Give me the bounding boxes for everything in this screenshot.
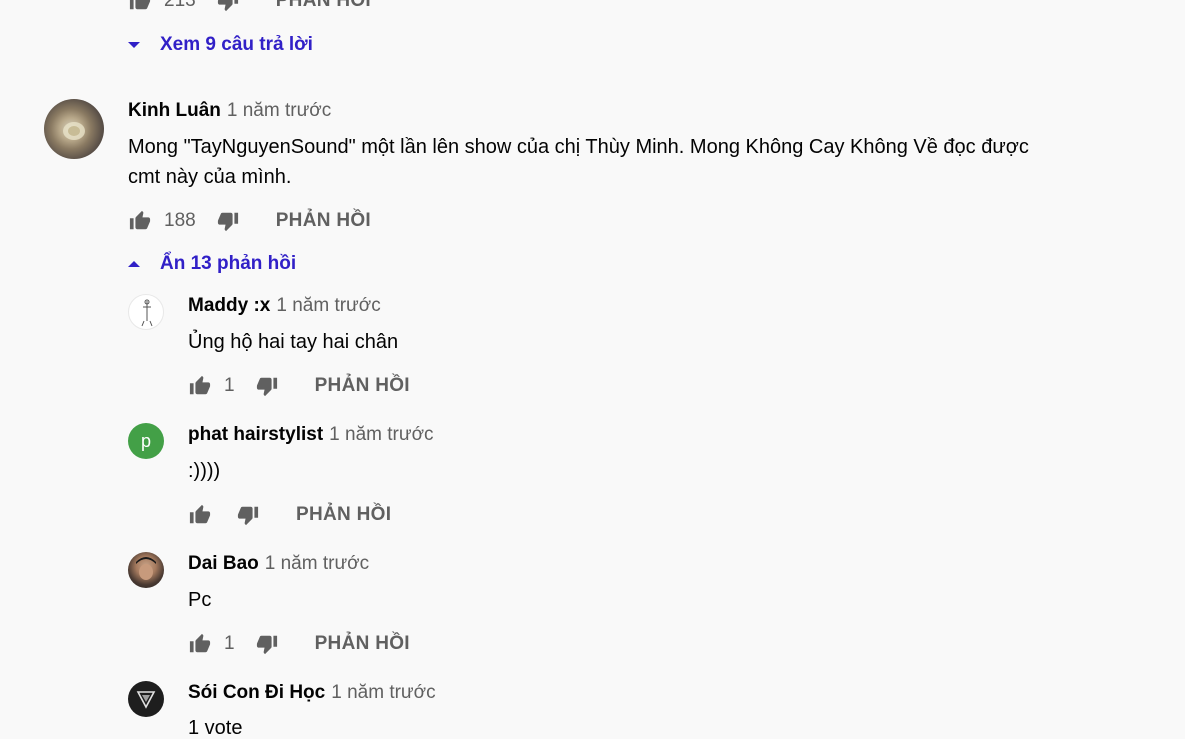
comment-timestamp[interactable]: 1 năm trước	[265, 553, 369, 575]
author-name[interactable]: Kinh Luân	[128, 100, 221, 122]
like-icon[interactable]	[128, 0, 152, 13]
hide-replies-button[interactable]: Ẩn 13 phản hồi	[128, 253, 296, 275]
like-icon[interactable]	[188, 632, 212, 656]
avatar-sketch-icon	[141, 299, 153, 327]
author-name[interactable]: phat hairstylist	[188, 424, 323, 446]
comment-timestamp[interactable]: 1 năm trước	[227, 100, 331, 122]
reply-actions: 1 PHẢN HỒI	[188, 373, 410, 399]
comment-timestamp[interactable]: 1 năm trước	[276, 295, 380, 317]
reply-actions: 1 PHẢN HỒI	[188, 631, 410, 657]
comment-text-line: Mong "TayNguyenSound" một lần lên show c…	[128, 136, 1029, 158]
avatar-letter: p	[140, 430, 151, 451]
author-name[interactable]: Maddy :x	[188, 295, 270, 317]
comment-timestamp[interactable]: 1 năm trước	[329, 424, 433, 446]
reply-text: 1 vote	[188, 717, 243, 739]
dislike-icon[interactable]	[255, 374, 279, 398]
like-count: 213	[164, 0, 196, 11]
view-replies-label: Xem 9 câu trả lời	[160, 34, 313, 55]
like-icon[interactable]	[188, 503, 212, 527]
avatar-photo-icon	[63, 122, 85, 140]
avatar[interactable]	[128, 294, 164, 330]
reply-text: :))))	[188, 460, 221, 482]
reply-button[interactable]: PHẢN HỒI	[315, 375, 410, 397]
comment-header: Kinh Luân 1 năm trước	[128, 100, 331, 122]
like-count: 188	[164, 210, 196, 231]
hide-replies-label: Ẩn 13 phản hồi	[160, 253, 297, 274]
like-icon[interactable]	[188, 374, 212, 398]
comment-text: Mong "TayNguyenSound" một lần lên show c…	[128, 132, 1088, 192]
reply-text: Pc	[188, 589, 212, 611]
reply-button[interactable]: PHẢN HỒI	[296, 504, 391, 526]
chevron-down-icon	[128, 42, 140, 48]
reply-header: Sói Con Đi Học 1 năm trước	[188, 682, 436, 704]
avatar-photo-icon	[136, 557, 156, 580]
reply-actions: PHẢN HỒI	[188, 502, 391, 528]
reply-header: phat hairstylist 1 năm trước	[188, 424, 434, 446]
comment-timestamp[interactable]: 1 năm trước	[331, 682, 435, 704]
like-icon[interactable]	[128, 209, 152, 233]
reply-button[interactable]: PHẢN HỒI	[315, 633, 410, 655]
reply-button[interactable]: PHẢN HỒI	[276, 210, 371, 232]
top-comment-actions: 213 PHẢN HỒI	[128, 0, 371, 14]
avatar[interactable]	[44, 99, 104, 159]
chevron-up-icon	[128, 261, 140, 267]
triangle-logo-icon	[136, 691, 156, 709]
reply-button[interactable]: PHẢN HỒI	[276, 0, 371, 12]
reply-text: Ủng hộ hai tay hai chân	[188, 331, 399, 353]
dislike-icon[interactable]	[216, 0, 240, 13]
dislike-icon[interactable]	[216, 209, 240, 233]
reply-header: Dai Bao 1 năm trước	[188, 553, 369, 575]
dislike-icon[interactable]	[236, 503, 260, 527]
comment-actions: 188 PHẢN HỒI	[128, 208, 371, 234]
view-replies-button[interactable]: Xem 9 câu trả lời	[128, 34, 313, 56]
dislike-icon[interactable]	[255, 632, 279, 656]
avatar[interactable]	[128, 552, 164, 588]
avatar[interactable]	[128, 681, 164, 717]
like-count: 1	[224, 375, 235, 396]
like-count: 1	[224, 633, 235, 654]
comment-text-line: cmt này của mình.	[128, 166, 292, 188]
author-name[interactable]: Dai Bao	[188, 553, 259, 575]
author-name[interactable]: Sói Con Đi Học	[188, 682, 325, 704]
reply-header: Maddy :x 1 năm trước	[188, 295, 381, 317]
avatar[interactable]: p	[128, 423, 164, 459]
